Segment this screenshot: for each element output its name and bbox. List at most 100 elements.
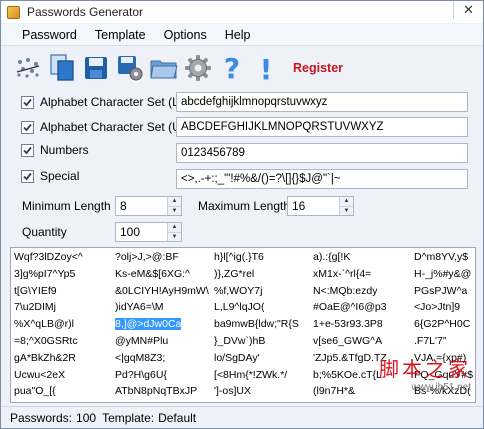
save-settings-icon[interactable] xyxy=(113,51,147,85)
menu-help[interactable]: Help xyxy=(216,24,260,46)
charset-lower-label: Alphabet Character Set (L) xyxy=(40,95,183,109)
password-item[interactable]: ba9mwB{ldw;"R{S xyxy=(214,318,299,330)
status-bar: Passwords: 100 Template: Default xyxy=(1,406,483,428)
magic-wand-icon[interactable] xyxy=(11,51,45,85)
charset-special-field[interactable]: <>,.-+:;_"'!#%&/()=?\[]{}$J@"`|~ xyxy=(176,169,468,189)
password-item[interactable]: ?olj>J,>@:BF xyxy=(115,251,179,263)
password-item[interactable]: 8,]@>dJw0Ca xyxy=(115,318,182,331)
password-item[interactable]: #OaE@^I6@p3 xyxy=(313,301,387,313)
password-item[interactable]: PGsPJW^a xyxy=(414,285,467,297)
charset-special-label: Special xyxy=(40,169,80,183)
password-item[interactable]: }_DVw`)hB xyxy=(214,335,265,347)
quantity-up-icon[interactable]: ▲ xyxy=(168,223,181,233)
table-row: 3]g%pI7^Yp5 Ks-eM&$[6XG:^ )},ZG*rel xM1x-`^… xyxy=(11,268,475,281)
max-length-up-icon[interactable]: ▲ xyxy=(340,197,353,207)
password-item[interactable]: ATbN8pNqTBxJP xyxy=(115,385,197,397)
password-item[interactable]: 1+e-53r93.3P8 xyxy=(313,318,383,330)
status-template-label: Template: xyxy=(102,411,155,425)
svg-text:!: ! xyxy=(260,53,273,83)
password-item[interactable]: D^m8YV,y$ xyxy=(414,251,468,263)
toolbar: ? ! Register xyxy=(1,47,483,89)
password-item[interactable]: Ucwu<2eX xyxy=(14,369,65,381)
save-icon[interactable] xyxy=(79,51,113,85)
password-item[interactable]: %f,WOY7j xyxy=(214,285,262,297)
register-link[interactable]: Register xyxy=(293,61,343,75)
password-item[interactable]: .F7L'7" xyxy=(414,335,447,347)
password-item[interactable]: )},ZG*rel xyxy=(214,268,254,280)
charset-row-upper: Alphabet Character Set (U) xyxy=(1,116,185,138)
password-item[interactable]: lo/SgDAy' xyxy=(214,352,260,364)
password-item[interactable]: @yMN#Plu xyxy=(115,335,168,347)
table-row: t[G\YIEf9 &0LCIYH!AyH9mW\ %f,WOY7j N<:MQb:e… xyxy=(11,285,475,298)
password-item[interactable]: &0LCIYH!AyH9mW\ xyxy=(115,285,209,297)
password-item[interactable]: Pd?H\g6U{ xyxy=(115,369,167,381)
table-row: 7\u2DIMj )idYA6=\M L,L9^lqJO( #OaE@^I6@p3 <J… xyxy=(11,301,475,314)
min-length-stepper[interactable]: 8 ▲ ▼ xyxy=(115,196,182,216)
close-button[interactable]: ✕ xyxy=(453,1,483,19)
password-item[interactable]: N<:MQb:ezdy xyxy=(313,285,377,297)
checkbox-lower[interactable] xyxy=(21,95,34,109)
password-item[interactable]: %X^qLB@r)l xyxy=(14,318,74,330)
password-item[interactable]: pua"O_[{ xyxy=(14,385,56,397)
checkbox-numbers[interactable] xyxy=(21,143,34,157)
password-item[interactable]: ']-os]UX xyxy=(214,385,251,397)
password-item[interactable]: h}l[^ig(.}T6 xyxy=(214,251,264,263)
password-item[interactable]: L,L9^lqJO( xyxy=(214,301,264,313)
password-item[interactable]: [<8Hm{*!ZWk.*/ xyxy=(214,369,287,381)
password-item[interactable]: )idYA6=\M xyxy=(115,301,164,313)
table-row: %X^qLB@r)l 8,]@>dJw0Ca ba9mwB{ldw;"R{S 1+e-… xyxy=(11,318,475,331)
watermark-text: 脚本之家 xyxy=(379,357,471,381)
min-length-down-icon[interactable]: ▼ xyxy=(168,206,181,215)
charset-row-numbers: Numbers xyxy=(1,139,89,161)
password-item[interactable]: v[se6_GWG^A xyxy=(313,335,382,347)
app-icon xyxy=(7,5,20,19)
charset-numbers-label: Numbers xyxy=(40,143,89,157)
quantity-down-icon[interactable]: ▼ xyxy=(168,232,181,241)
checkbox-upper[interactable] xyxy=(21,120,34,134)
gear-icon[interactable] xyxy=(181,51,215,85)
quantity-stepper[interactable]: 100 ▲ ▼ xyxy=(115,222,182,242)
status-passwords-count: 100 xyxy=(76,411,97,425)
table-row: =8;^X0GSRtc @yMN#Plu }_DVw`)hB v[se6_GWG^A.… xyxy=(11,335,475,348)
min-length-up-icon[interactable]: ▲ xyxy=(168,197,181,207)
charset-row-special: Special xyxy=(1,165,79,187)
password-item[interactable]: H-_j%#y&@ xyxy=(414,268,471,280)
charset-numbers-field[interactable]: 0123456789 xyxy=(176,143,468,163)
password-item[interactable]: Ks-eM&$[6XG:^ xyxy=(115,268,190,280)
menu-options[interactable]: Options xyxy=(155,24,216,46)
window-title: Passwords Generator xyxy=(27,5,144,19)
max-length-value: 16 xyxy=(292,199,306,213)
max-length-stepper[interactable]: 16 ▲ ▼ xyxy=(287,196,354,216)
checkbox-special[interactable] xyxy=(21,169,34,183)
password-item[interactable]: gA*BkZh&2R xyxy=(14,352,76,364)
password-item[interactable]: 3]g%pI7^Yp5 xyxy=(14,268,75,280)
title-bar: Passwords Generator ✕ xyxy=(1,1,483,23)
password-item[interactable]: =8;^X0GSRtc xyxy=(14,335,78,347)
password-item[interactable]: Wqf?3lDZoy<^ xyxy=(14,251,83,263)
password-item[interactable]: 7\u2DIMj xyxy=(14,301,56,313)
charset-upper-field[interactable]: ABCDEFGHIJKLMNOPQRSTUVWXYZ xyxy=(176,117,468,137)
watermark-url: www.jb51.net xyxy=(411,382,471,393)
password-item[interactable]: xM1x-`^rl{4= xyxy=(313,268,371,280)
menu-template[interactable]: Template xyxy=(86,24,155,46)
watermark: 脚本之家 www.jb51.net xyxy=(346,353,471,399)
password-item[interactable]: a).:{g[!K xyxy=(313,251,350,263)
password-item[interactable]: <Jo>Jtn]9 xyxy=(414,301,460,313)
menu-password[interactable]: Password xyxy=(13,24,86,46)
quantity-value: 100 xyxy=(120,225,141,239)
password-item[interactable]: t[G\YIEf9 xyxy=(14,285,57,297)
copy-icon[interactable] xyxy=(45,51,79,85)
password-item[interactable]: 6{G2P^H0C xyxy=(414,318,470,330)
menu-bar: Password Template Options Help xyxy=(1,24,483,46)
password-item[interactable]: <|gqM8Z3; xyxy=(115,352,165,364)
charset-lower-field[interactable]: abcdefghijklmnopqrstuvwxyz xyxy=(176,92,468,112)
info-icon[interactable]: ! xyxy=(249,51,283,85)
table-row: Wqf?3lDZoy<^ ?olj>J,>@:BF h}l[^ig(.}T6 a).:… xyxy=(11,251,475,264)
charset-row-lower: Alphabet Character Set (L) xyxy=(1,91,183,113)
quantity-label: Quantity xyxy=(22,225,67,239)
charset-upper-label: Alphabet Character Set (U) xyxy=(40,120,185,134)
open-folder-icon[interactable] xyxy=(147,51,181,85)
help-icon[interactable]: ? xyxy=(215,51,249,85)
password-output-list[interactable]: pua"O_[{ATbN8pNqTBxJP ']-os]UX (l9n7H*& Bs-… xyxy=(10,247,476,403)
max-length-down-icon[interactable]: ▼ xyxy=(340,206,353,215)
